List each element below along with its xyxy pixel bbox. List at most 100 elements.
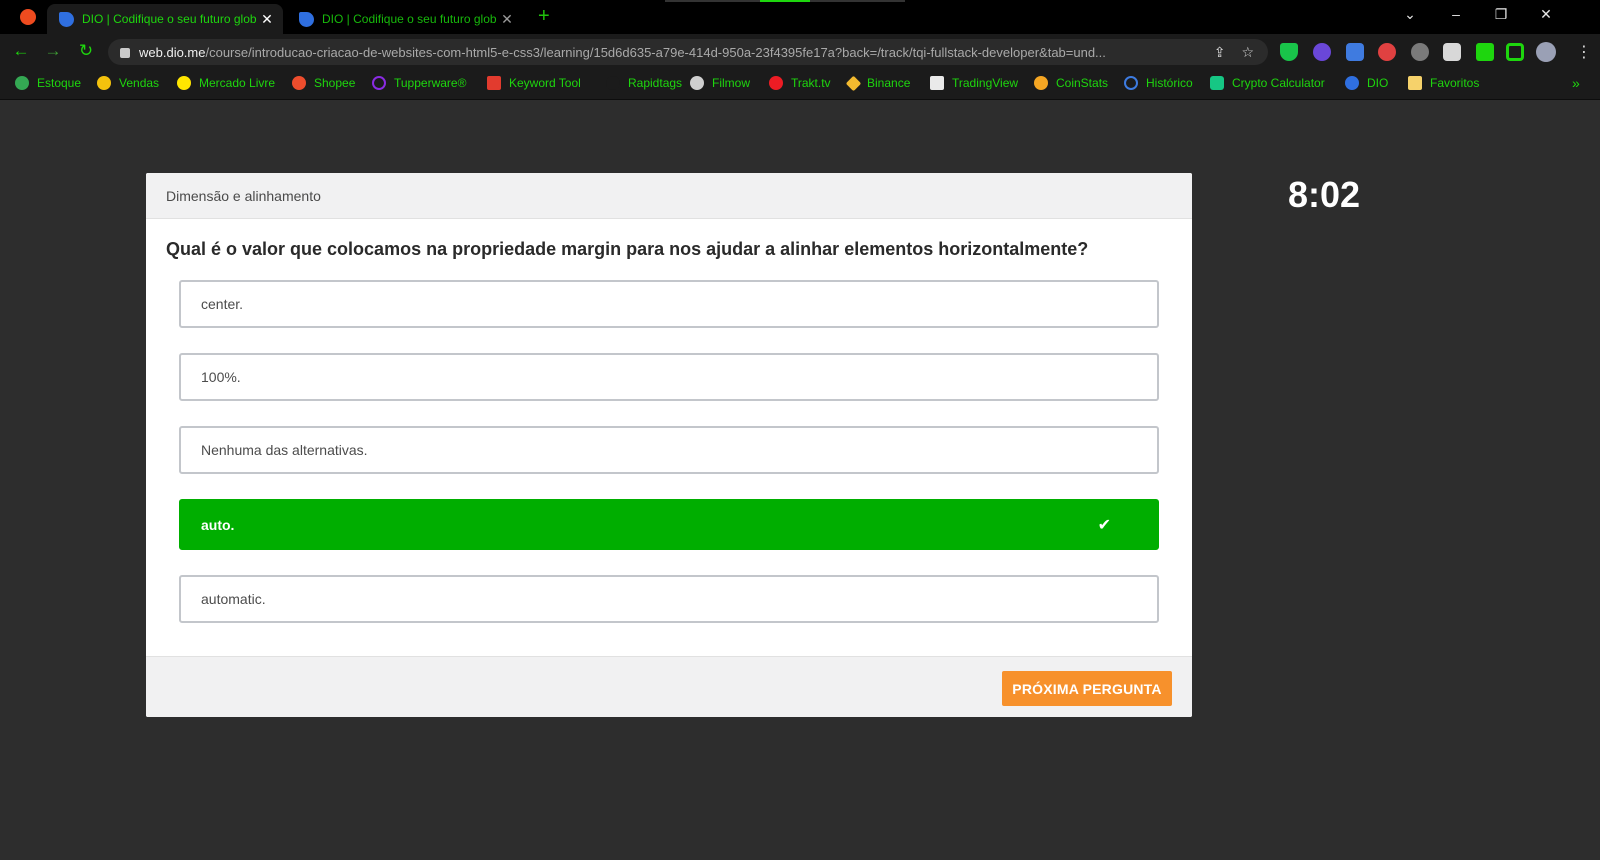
answer-text: automatic.: [201, 591, 266, 607]
folder-icon: [1408, 76, 1422, 90]
profile-avatar-icon[interactable]: [1536, 42, 1556, 62]
answer-text: auto.: [201, 516, 235, 533]
lock-icon[interactable]: [120, 48, 130, 58]
puzzle-extension-icon[interactable]: [1476, 43, 1494, 61]
share-icon[interactable]: ⇪: [1214, 44, 1226, 61]
bookmark-label: Histórico: [1146, 76, 1193, 90]
bookmark-label: Filmow: [712, 76, 750, 90]
reader-extension-icon[interactable]: [1443, 43, 1461, 61]
bookmark-mercado-livre[interactable]: Mercado Livre: [177, 76, 275, 90]
bookmark-label: Mercado Livre: [199, 76, 276, 90]
browser-menu-icon[interactable]: ⋮: [1576, 42, 1592, 62]
bookmark-label: DIO: [1367, 76, 1389, 90]
download-extension-icon[interactable]: [1313, 43, 1331, 61]
minimize-button[interactable]: –: [1446, 6, 1466, 22]
bookmark-label: Favoritos: [1430, 76, 1480, 90]
tradingview-icon: [930, 76, 944, 90]
bookmark-filmow[interactable]: Filmow: [690, 76, 750, 90]
tupperware-icon: [372, 76, 386, 90]
crypto-calculator-icon: [1210, 76, 1224, 90]
rapidtags-icon: [606, 76, 620, 90]
tab-search-chevron-icon[interactable]: ⌄: [1400, 6, 1420, 23]
bookmark-trakt[interactable]: Trakt.tv: [769, 76, 831, 90]
reload-button[interactable]: ↻: [76, 41, 96, 61]
bookmark-label: Binance: [867, 76, 911, 90]
bookmark-crypto-calculator[interactable]: Crypto Calculator: [1210, 76, 1325, 90]
quiz-card: Dimensão e alinhamento Qual é o valor qu…: [146, 173, 1192, 717]
url-path: /course/introducao-criacao-de-websites-c…: [205, 44, 1106, 60]
tab-title: DIO | Codifique o seu futuro glob: [322, 12, 497, 26]
coinstats-icon: [1034, 76, 1048, 90]
bookmark-shopee[interactable]: Shopee: [292, 76, 355, 90]
bookmark-historico[interactable]: Histórico: [1124, 76, 1193, 90]
sidebar-extension-icon[interactable]: [1506, 43, 1524, 61]
bookmark-keyword-tool[interactable]: Keyword Tool: [487, 76, 581, 90]
timer-extension-icon[interactable]: [1378, 43, 1396, 61]
address-bar[interactable]: web.dio.me/course/introducao-criacao-de-…: [108, 39, 1268, 65]
restore-button[interactable]: ❐: [1491, 6, 1511, 23]
bookmark-star-icon[interactable]: ☆: [1241, 44, 1254, 61]
binance-icon: [845, 75, 862, 91]
bookmark-estoque[interactable]: Estoque: [15, 76, 81, 90]
forward-button[interactable]: →: [43, 41, 63, 61]
cookie-extension-icon[interactable]: [1411, 43, 1429, 61]
answer-option[interactable]: Nenhuma das alternativas.: [179, 426, 1159, 474]
more-bookmarks-chevron-icon[interactable]: »: [1572, 75, 1580, 91]
tab-dio-active[interactable]: DIO | Codifique o seu futuro glob ✕: [47, 4, 283, 34]
answer-text: center.: [201, 296, 244, 312]
url-text[interactable]: web.dio.me/course/introducao-criacao-de-…: [139, 45, 1198, 60]
back-button[interactable]: ←: [11, 41, 31, 61]
tab-strip-indicator: [665, 0, 905, 2]
shopee-icon: [292, 76, 306, 90]
keyword-tool-icon: [487, 76, 501, 90]
answer-option[interactable]: 100%.: [179, 353, 1159, 401]
mercado-livre-icon: [177, 76, 191, 90]
tab-dio-inactive[interactable]: DIO | Codifique o seu futuro glob ✕: [287, 4, 523, 34]
next-question-button[interactable]: PRÓXIMA PERGUNTA: [1002, 671, 1172, 706]
window-menu-icon[interactable]: [20, 9, 36, 25]
answer-text: Nenhuma das alternativas.: [201, 442, 368, 458]
bookmark-label: Trakt.tv: [791, 76, 831, 90]
bookmark-rapidtags[interactable]: Rapidtags: [606, 76, 682, 90]
answer-option[interactable]: center.: [179, 280, 1159, 328]
sheets-icon: [15, 76, 29, 90]
answer-option[interactable]: automatic.: [179, 575, 1159, 623]
answer-options: center. 100%. Nenhuma das alternativas. …: [146, 280, 1192, 623]
trakt-icon: [769, 76, 783, 90]
bookmark-binance[interactable]: Binance: [845, 75, 911, 91]
history-icon: [1124, 76, 1138, 90]
bookmark-favoritos[interactable]: Favoritos: [1408, 76, 1479, 90]
shield-extension-icon[interactable]: [1280, 43, 1298, 61]
answer-text: 100%.: [201, 369, 241, 385]
dio-favicon-icon: [59, 11, 74, 27]
url-host: web.dio.me: [139, 44, 206, 60]
quiz-section-title: Dimensão e alinhamento: [146, 173, 1192, 219]
check-icon: ✔: [1097, 517, 1111, 534]
bookmark-tradingview[interactable]: TradingView: [930, 76, 1018, 90]
close-window-button[interactable]: ✕: [1536, 6, 1556, 23]
tab-strip: DIO | Codifique o seu futuro glob ✕ DIO …: [0, 0, 1600, 34]
filmow-icon: [690, 76, 704, 90]
bookmark-label: CoinStats: [1056, 76, 1109, 90]
tab-title: DIO | Codifique o seu futuro glob: [82, 12, 257, 26]
folder-icon: [97, 76, 111, 90]
close-icon[interactable]: ✕: [259, 11, 275, 28]
close-icon[interactable]: ✕: [499, 11, 515, 28]
bookmark-label: Rapidtags: [628, 76, 683, 90]
quiz-timer: 8:02: [1288, 174, 1361, 215]
new-tab-button[interactable]: +: [538, 5, 550, 28]
bookmark-dio[interactable]: DIO: [1345, 76, 1388, 90]
tag-extension-icon[interactable]: [1346, 43, 1364, 61]
bookmarks-bar: Estoque Vendas Mercado Livre Shopee Tupp…: [0, 68, 1600, 100]
quiz-footer: PRÓXIMA PERGUNTA: [146, 656, 1192, 717]
bookmark-label: Estoque: [37, 76, 82, 90]
quiz-question: Qual é o valor que colocamos na propried…: [166, 239, 1089, 259]
answer-option-correct[interactable]: auto. ✔: [179, 499, 1159, 550]
bookmark-tupperware[interactable]: Tupperware®: [372, 76, 466, 90]
bookmark-vendas[interactable]: Vendas: [97, 76, 159, 90]
bookmark-coinstats[interactable]: CoinStats: [1034, 76, 1108, 90]
bookmark-label: Shopee: [314, 76, 356, 90]
bookmark-label: Crypto Calculator: [1232, 76, 1325, 90]
bookmark-label: Vendas: [119, 76, 160, 90]
bookmark-label: Tupperware®: [394, 76, 467, 90]
